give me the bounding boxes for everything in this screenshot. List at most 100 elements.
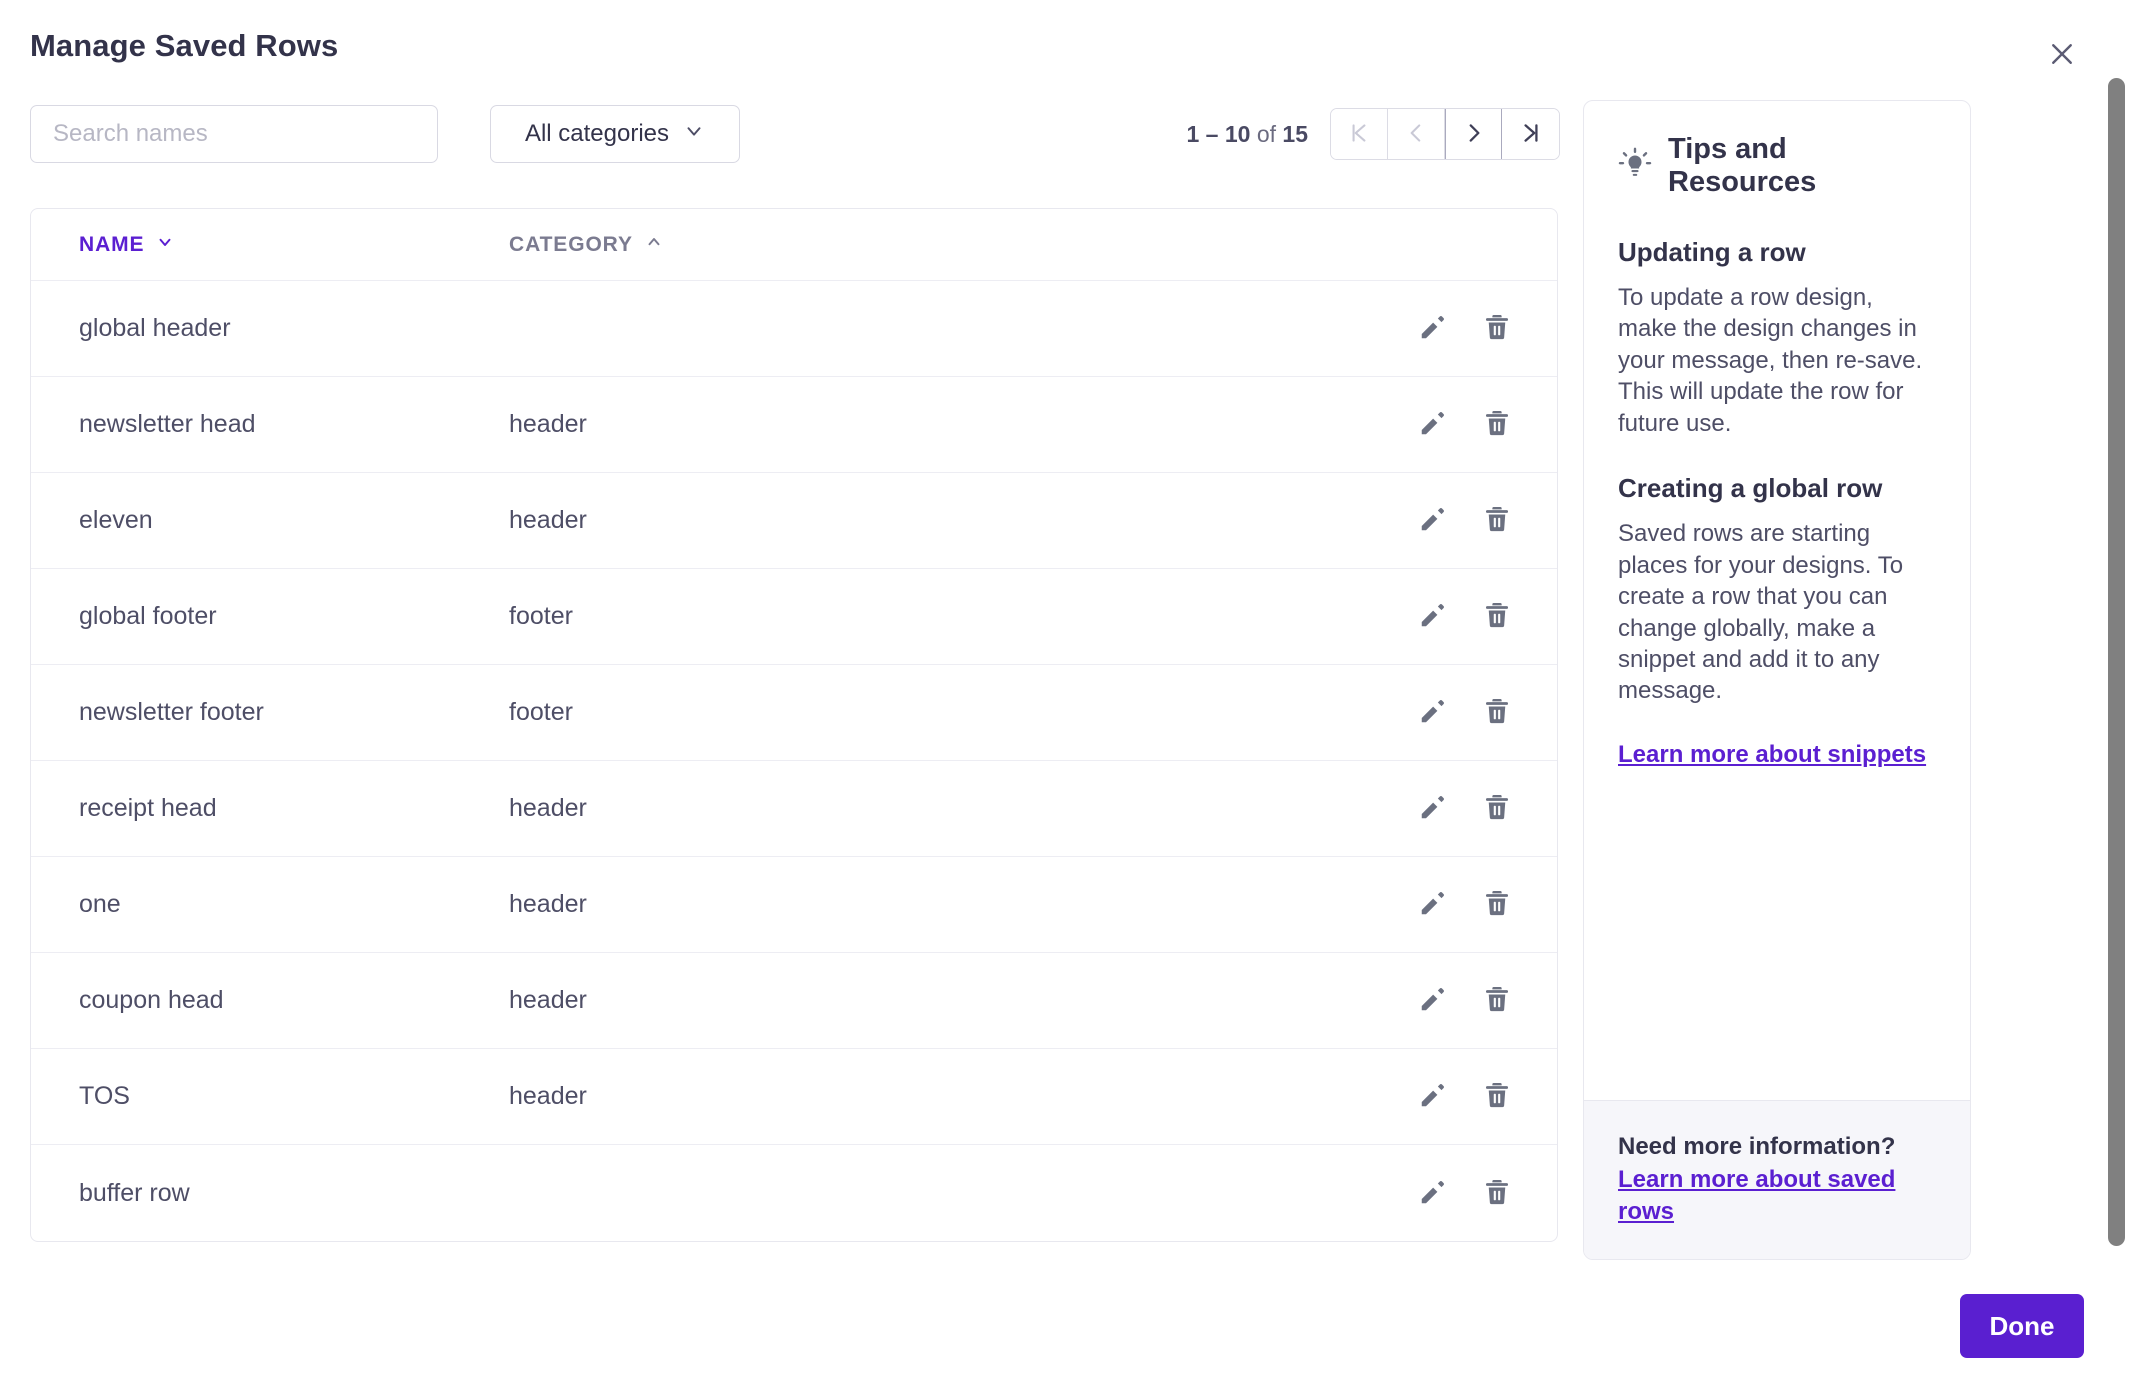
chevron-down-icon [156, 233, 174, 257]
row-actions [1415, 983, 1515, 1019]
delete-row-button[interactable] [1479, 1175, 1515, 1211]
edit-row-button[interactable] [1415, 983, 1451, 1019]
row-name: global header [79, 314, 231, 342]
table-row[interactable]: coupon head header [31, 953, 1557, 1049]
row-name: newsletter head [79, 410, 256, 438]
table-header-row: NAME CATEGORY [31, 209, 1557, 281]
row-category: footer [509, 602, 573, 630]
category-filter-label: All categories [524, 120, 670, 147]
table-row[interactable]: one header [31, 857, 1557, 953]
row-actions [1415, 599, 1515, 635]
search-input[interactable] [30, 105, 438, 163]
tips-footer: Need more information? Learn more about … [1584, 1100, 1970, 1259]
pagination-next-button[interactable] [1445, 109, 1502, 159]
pagination-range-of: of [1250, 120, 1283, 147]
pencil-icon [1418, 408, 1448, 441]
table-row[interactable]: newsletter footer footer [31, 665, 1557, 761]
pencil-icon [1418, 312, 1448, 345]
row-actions [1415, 791, 1515, 827]
row-category: header [509, 506, 587, 534]
row-name: newsletter footer [79, 698, 264, 726]
pagination-buttons [1330, 108, 1560, 160]
edit-row-button[interactable] [1415, 503, 1451, 539]
edit-row-button[interactable] [1415, 1175, 1451, 1211]
delete-row-button[interactable] [1479, 791, 1515, 827]
row-actions [1415, 503, 1515, 539]
trash-icon [1482, 312, 1512, 345]
table-row[interactable]: buffer row [31, 1145, 1557, 1241]
row-name: buffer row [79, 1178, 190, 1207]
table-row[interactable]: receipt head header [31, 761, 1557, 857]
pagination-range-current: 1 – 10 [1186, 120, 1251, 147]
scrollbar-thumb[interactable] [2108, 78, 2125, 1246]
edit-row-button[interactable] [1415, 407, 1451, 443]
edit-row-button[interactable] [1415, 1079, 1451, 1115]
delete-row-button[interactable] [1479, 311, 1515, 347]
pagination: 1 – 10 of 15 [1186, 105, 1560, 163]
trash-icon [1482, 408, 1512, 441]
row-category: header [509, 410, 587, 438]
edit-row-button[interactable] [1415, 887, 1451, 923]
manage-saved-rows-dialog: Manage Saved Rows All categories 1 – 10 … [0, 0, 2132, 1396]
lightbulb-icon [1618, 147, 1652, 186]
tips-body: Tips and Resources Updating a row To upd… [1584, 101, 1970, 1100]
tips-heading: Tips and Resources [1618, 133, 1936, 199]
column-header-name[interactable]: NAME [79, 233, 509, 257]
trash-icon [1482, 984, 1512, 1017]
edit-row-button[interactable] [1415, 791, 1451, 827]
table-row[interactable]: newsletter head header [31, 377, 1557, 473]
column-header-category-label: CATEGORY [509, 232, 633, 256]
row-actions [1415, 887, 1515, 923]
delete-row-button[interactable] [1479, 599, 1515, 635]
learn-more-snippets-link[interactable]: Learn more about snippets [1618, 741, 1926, 769]
pencil-icon [1418, 1080, 1448, 1113]
scrollbar-track[interactable] [2108, 0, 2130, 1396]
row-actions [1415, 311, 1515, 347]
learn-more-saved-rows-link[interactable]: Learn more about saved rows [1618, 1166, 1895, 1226]
tip-section-body-1: Saved rows are starting places for your … [1618, 520, 1904, 705]
category-filter-select[interactable]: All categories [490, 105, 740, 163]
table-row[interactable]: TOS header [31, 1049, 1557, 1145]
chevron-left-icon [1403, 120, 1429, 149]
pagination-first-button[interactable] [1331, 109, 1388, 159]
pagination-range-total: 15 [1282, 120, 1308, 147]
edit-row-button[interactable] [1415, 599, 1451, 635]
saved-rows-table: NAME CATEGORY global header newsletter he… [30, 208, 1558, 1242]
trash-icon [1482, 792, 1512, 825]
tip-section-title-0: Updating a row [1618, 237, 1806, 267]
row-name: receipt head [79, 794, 217, 822]
delete-row-button[interactable] [1479, 407, 1515, 443]
close-button[interactable] [2040, 32, 2084, 76]
chevron-up-icon [645, 233, 663, 257]
row-category: header [509, 986, 587, 1014]
row-name: eleven [79, 506, 153, 534]
last-page-icon [1518, 120, 1544, 149]
delete-row-button[interactable] [1479, 1079, 1515, 1115]
table-row[interactable]: global footer footer [31, 569, 1557, 665]
delete-row-button[interactable] [1479, 503, 1515, 539]
tips-heading-label: Tips and Resources [1668, 133, 1817, 198]
edit-row-button[interactable] [1415, 695, 1451, 731]
delete-row-button[interactable] [1479, 983, 1515, 1019]
pagination-last-button[interactable] [1502, 109, 1559, 159]
pencil-icon [1418, 504, 1448, 537]
first-page-icon [1346, 120, 1372, 149]
table-row[interactable]: eleven header [31, 473, 1557, 569]
toolbar: All categories 1 – 10 of 15 [30, 105, 1560, 163]
pencil-icon [1418, 1177, 1448, 1210]
row-category: footer [509, 698, 573, 726]
delete-row-button[interactable] [1479, 695, 1515, 731]
pagination-prev-button[interactable] [1388, 109, 1445, 159]
edit-row-button[interactable] [1415, 311, 1451, 347]
chevron-down-icon [683, 120, 705, 149]
column-header-category[interactable]: CATEGORY [509, 233, 663, 257]
pagination-range: 1 – 10 of 15 [1186, 121, 1308, 148]
trash-icon [1482, 888, 1512, 921]
delete-row-button[interactable] [1479, 887, 1515, 923]
pencil-icon [1418, 984, 1448, 1017]
trash-icon [1482, 600, 1512, 633]
close-icon [2047, 39, 2077, 69]
row-name: global footer [79, 602, 217, 630]
table-row[interactable]: global header [31, 281, 1557, 377]
done-button[interactable]: Done [1960, 1294, 2084, 1358]
